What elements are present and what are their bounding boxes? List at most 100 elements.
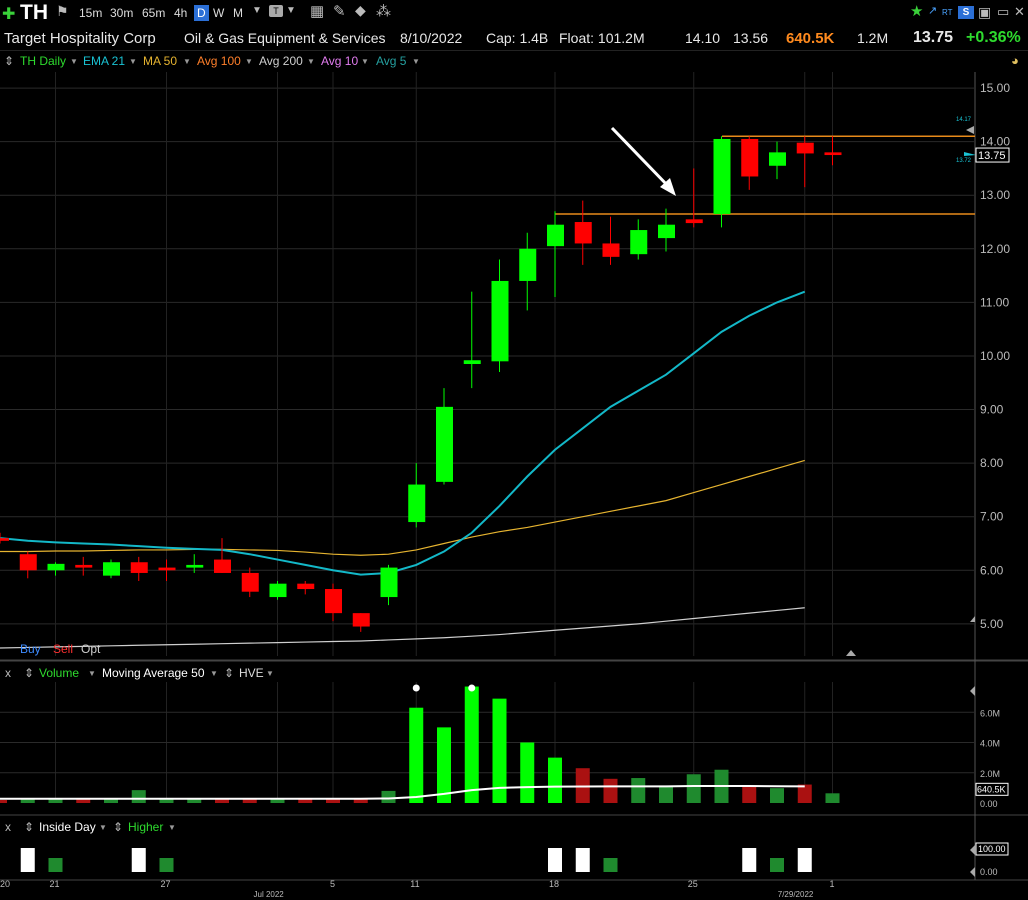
volume-tick-label: 0.00 bbox=[980, 799, 998, 809]
volume-bar bbox=[270, 799, 285, 803]
scroll-marker-icon bbox=[846, 650, 856, 656]
volume-bar bbox=[603, 778, 618, 803]
chart-canvas[interactable]: 5.006.007.008.009.0010.0011.0012.0013.00… bbox=[0, 0, 1028, 900]
candle-body bbox=[130, 562, 148, 573]
price-tick-label: 14.00 bbox=[980, 135, 1010, 149]
avg200-line bbox=[0, 607, 805, 649]
volume-bar bbox=[0, 799, 7, 803]
volume-bar bbox=[409, 707, 424, 803]
scroll-marker-icon bbox=[970, 867, 975, 877]
updown-icon[interactable]: ⇕ bbox=[113, 820, 123, 834]
inside-day-bar bbox=[797, 848, 812, 872]
chevron-down-icon[interactable]: ▼ bbox=[99, 823, 107, 832]
higher-bar bbox=[603, 858, 618, 872]
volume-tick-label: 6.0M bbox=[980, 708, 1000, 718]
updown-icon[interactable]: ⇕ bbox=[224, 666, 234, 680]
ema21-line bbox=[0, 290, 806, 576]
volume-bar bbox=[742, 786, 757, 803]
candle-body bbox=[519, 248, 537, 281]
candle-body bbox=[158, 567, 176, 571]
candle-body bbox=[380, 567, 398, 598]
volume-tick-label: 4.0M bbox=[980, 739, 1000, 749]
hve-marker bbox=[468, 684, 476, 692]
candle-body bbox=[408, 484, 426, 523]
price-tick-label: 8.00 bbox=[980, 456, 1004, 470]
volume-bar bbox=[548, 757, 562, 803]
price-tick-label: 15.00 bbox=[980, 81, 1010, 95]
higher-label[interactable]: Higher bbox=[128, 820, 163, 834]
chevron-down-icon[interactable]: ▼ bbox=[210, 669, 218, 678]
candle-body bbox=[47, 563, 65, 571]
updown-icon[interactable]: ⇕ bbox=[24, 820, 34, 834]
price-tick-label: 12.00 bbox=[980, 242, 1010, 256]
time-tick-label: 1 bbox=[830, 879, 835, 889]
candle-body bbox=[186, 564, 204, 568]
hve-marker bbox=[412, 684, 420, 692]
candle-body bbox=[241, 572, 259, 592]
candle-body bbox=[824, 152, 842, 156]
candle-body bbox=[297, 583, 315, 590]
scroll-marker-icon bbox=[966, 126, 974, 134]
price-tick-label: 13.00 bbox=[980, 188, 1010, 202]
volume-bar bbox=[48, 799, 63, 803]
inside-day-bar bbox=[20, 848, 35, 872]
volume-bar bbox=[437, 727, 451, 803]
inside-day-label[interactable]: Inside Day bbox=[39, 820, 96, 834]
volume-study-label[interactable]: Volume bbox=[39, 666, 79, 680]
time-tick-label: 7/29/2022 bbox=[778, 890, 814, 899]
price-tick-label: 10.00 bbox=[980, 349, 1010, 363]
price-tick-label: 5.00 bbox=[980, 617, 1004, 631]
chevron-down-icon[interactable]: ▼ bbox=[168, 823, 176, 832]
annotation-arrow bbox=[610, 126, 672, 190]
time-tick-label: 27 bbox=[161, 879, 171, 889]
time-tick-label: 11 bbox=[410, 879, 419, 889]
time-tick-label: 25 bbox=[688, 879, 698, 889]
time-tick-label: 20 bbox=[0, 879, 10, 889]
candle-body bbox=[75, 564, 93, 568]
higher-bar bbox=[770, 858, 784, 872]
updown-icon[interactable]: ⇕ bbox=[24, 666, 34, 680]
volume-bar bbox=[187, 799, 202, 803]
candle-body bbox=[602, 243, 620, 257]
time-tick-label: 18 bbox=[549, 879, 559, 889]
candle-body bbox=[685, 219, 703, 224]
options-button[interactable]: Opt bbox=[81, 642, 100, 656]
higher-bar bbox=[159, 858, 174, 872]
candle-body bbox=[325, 589, 342, 614]
candle-body bbox=[214, 559, 231, 573]
candle-body bbox=[436, 406, 453, 482]
volume-bar bbox=[686, 774, 701, 803]
ref-low-label: 13.72 bbox=[956, 158, 972, 164]
candle-body bbox=[269, 583, 287, 598]
ma50-study-label[interactable]: Moving Average 50 bbox=[102, 666, 205, 680]
hve-study-label[interactable]: HVE bbox=[239, 666, 264, 680]
buy-button[interactable]: Buy bbox=[20, 642, 41, 656]
candle-body bbox=[713, 138, 731, 214]
candle-body bbox=[547, 224, 564, 247]
candle-body bbox=[658, 224, 675, 239]
inside-close-button[interactable]: x bbox=[5, 820, 11, 834]
inside-top-label: 100.00 bbox=[978, 844, 1006, 854]
volume-bar bbox=[520, 742, 535, 803]
price-marker-icon bbox=[964, 152, 976, 157]
scroll-marker-icon bbox=[970, 845, 975, 855]
candle-body bbox=[491, 280, 509, 362]
chevron-down-icon[interactable]: ▼ bbox=[88, 669, 96, 678]
sell-button[interactable]: Sell bbox=[53, 642, 73, 656]
scroll-marker-icon bbox=[970, 686, 975, 696]
chevron-down-icon[interactable]: ▼ bbox=[266, 669, 274, 678]
scroll-marker-icon bbox=[970, 616, 975, 622]
volume-close-button[interactable]: x bbox=[5, 666, 11, 680]
inside-tick-label: 0.00 bbox=[980, 867, 998, 877]
volume-bar bbox=[659, 785, 673, 803]
candle-body bbox=[574, 222, 592, 244]
higher-bar bbox=[48, 858, 63, 872]
time-tick-label: 5 bbox=[330, 879, 335, 889]
candle-body bbox=[352, 613, 370, 627]
ma50-line bbox=[0, 459, 805, 556]
time-tick-label: Jul 2022 bbox=[254, 890, 285, 899]
volume-bar bbox=[825, 793, 840, 803]
candle-body bbox=[103, 562, 120, 576]
price-tick-label: 9.00 bbox=[980, 403, 1004, 417]
time-tick-label: 21 bbox=[50, 879, 60, 889]
